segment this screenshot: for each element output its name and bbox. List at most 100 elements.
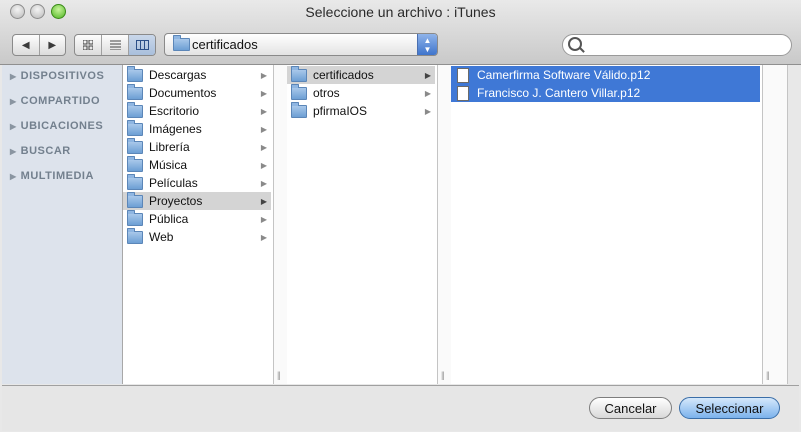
folder-item-documentos[interactable]: Documentos ▶ — [123, 83, 271, 102]
cancel-button[interactable]: Cancelar — [589, 397, 672, 419]
folder-item-certificados[interactable]: certificados ▶ — [287, 65, 435, 84]
folder-item-escritorio[interactable]: Escritorio ▶ — [123, 101, 271, 120]
disclosure-triangle-icon: ▶ — [10, 122, 17, 131]
folder-label: Música — [149, 158, 188, 172]
folder-item-otros[interactable]: otros ▶ — [287, 83, 435, 102]
select-button[interactable]: Seleccionar — [679, 397, 780, 419]
chevron-right-icon: ▶ — [260, 124, 267, 134]
chevron-right-icon: ▶ — [260, 106, 267, 116]
sidebar-section-label: COMPARTIDO — [20, 95, 101, 107]
location-popup[interactable]: certificados ▲ ▼ — [164, 33, 438, 56]
folder-item-libreria[interactable]: Librería ▶ — [123, 137, 271, 156]
file-item-camerfirma[interactable]: Camerfirma Software Válido.p12 — [451, 66, 760, 84]
chevron-right-icon: ▶ — [260, 232, 267, 242]
search-input[interactable] — [585, 37, 785, 54]
popup-arrows-icon: ▲ ▼ — [417, 34, 437, 55]
folder-item-descargas[interactable]: Descargas ▶ — [123, 65, 271, 84]
music-folder-icon — [127, 155, 143, 172]
file-item-francisco[interactable]: Francisco J. Cantero Villar.p12 — [451, 84, 760, 102]
resize-grip-icon: || — [441, 370, 445, 380]
web-folder-icon — [127, 227, 143, 244]
folder-label: certificados — [313, 68, 374, 82]
window-title: Seleccione un archivo : iTunes — [305, 4, 496, 20]
folder-label: pfirmaIOS — [313, 104, 368, 118]
column-view-icon[interactable] — [128, 35, 155, 55]
back-icon[interactable]: ◀ — [13, 35, 39, 55]
public-folder-icon — [127, 209, 143, 226]
list-view-icon[interactable] — [101, 35, 128, 55]
disclosure-triangle-icon: ▶ — [10, 147, 17, 156]
resize-grip-icon: || — [277, 370, 281, 380]
column-resize-gutter[interactable]: || — [438, 65, 452, 384]
browser-column-3: Camerfirma Software Válido.p12 Francisco… — [451, 65, 763, 384]
button-bar: Cancelar Seleccionar — [2, 385, 799, 431]
search-icon — [568, 37, 582, 51]
folder-icon — [173, 35, 190, 51]
sidebar-section-compartido[interactable]: ▶ COMPARTIDO — [10, 95, 100, 107]
sidebar-section-dispositivos[interactable]: ▶ DISPOSITIVOS — [10, 70, 104, 82]
chevron-right-icon: ▶ — [260, 196, 267, 206]
document-icon — [455, 67, 471, 83]
sidebar-section-buscar[interactable]: ▶ BUSCAR — [10, 145, 71, 157]
folder-label: Web — [149, 230, 174, 244]
folder-label: Pública — [149, 212, 189, 226]
folder-item-web[interactable]: Web ▶ — [123, 227, 271, 246]
folder-label: Proyectos — [149, 194, 203, 208]
folder-item-imagenes[interactable]: Imágenes ▶ — [123, 119, 271, 138]
sidebar-section-ubicaciones[interactable]: ▶ UBICACIONES — [10, 120, 103, 132]
view-segment — [74, 34, 156, 56]
downloads-folder-icon — [127, 65, 143, 82]
icon-view-icon[interactable] — [75, 35, 101, 55]
folder-label: Descargas — [149, 68, 207, 82]
nav-segment: ◀ ▶ — [12, 34, 66, 56]
title-toolbar: Seleccione un archivo : iTunes ◀ ▶ certi… — [0, 0, 801, 65]
sidebar-section-label: BUSCAR — [20, 145, 71, 157]
chevron-right-icon: ▶ — [260, 214, 267, 224]
file-label: Francisco J. Cantero Villar.p12 — [477, 86, 641, 100]
chevron-right-icon: ▶ — [260, 178, 267, 188]
browser-column-1: Descargas ▶ Documentos ▶ Escritorio ▶ Imáge… — [123, 65, 274, 384]
sidebar-section-multimedia[interactable]: ▶ MULTIMEDIA — [10, 170, 94, 182]
chevron-right-icon: ▶ — [424, 88, 431, 98]
folder-icon — [291, 83, 307, 100]
document-icon — [455, 85, 471, 101]
file-dialog-window: Seleccione un archivo : iTunes ◀ ▶ certi… — [0, 0, 801, 432]
disclosure-triangle-icon: ▶ — [10, 72, 17, 81]
chevron-right-icon: ▶ — [424, 106, 431, 116]
folder-label: Librería — [149, 140, 190, 154]
chevron-right-icon: ▶ — [424, 70, 431, 80]
folder-item-publica[interactable]: Pública ▶ — [123, 209, 271, 228]
sidebar-section-label: MULTIMEDIA — [20, 170, 94, 182]
folder-icon — [127, 191, 143, 208]
folder-icon — [291, 101, 307, 118]
folder-icon — [291, 65, 307, 82]
folder-item-musica[interactable]: Música ▶ — [123, 155, 271, 174]
folder-item-proyectos[interactable]: Proyectos ▶ — [123, 191, 271, 210]
sidebar-section-label: DISPOSITIVOS — [20, 70, 105, 82]
chevron-right-icon: ▶ — [260, 88, 267, 98]
column-resize-gutter[interactable]: || — [763, 65, 788, 384]
pictures-folder-icon — [127, 119, 143, 136]
desktop-folder-icon — [127, 101, 143, 118]
resize-grip-icon: || — [766, 370, 770, 380]
column-resize-gutter[interactable]: || — [274, 65, 288, 384]
disclosure-triangle-icon: ▶ — [10, 97, 17, 106]
library-folder-icon — [127, 137, 143, 154]
forward-icon[interactable]: ▶ — [38, 35, 66, 55]
folder-item-peliculas[interactable]: Películas ▶ — [123, 173, 271, 192]
chevron-right-icon: ▶ — [260, 70, 267, 80]
disclosure-triangle-icon: ▶ — [10, 172, 17, 181]
chevron-right-icon: ▶ — [260, 160, 267, 170]
movies-folder-icon — [127, 173, 143, 190]
search-field[interactable] — [562, 34, 792, 56]
folder-item-pfirmaios[interactable]: pfirmaIOS ▶ — [287, 101, 435, 120]
documents-folder-icon — [127, 83, 143, 100]
folder-label: otros — [313, 86, 340, 100]
folder-label: Escritorio — [149, 104, 200, 118]
location-label: certificados — [192, 37, 258, 52]
file-label: Camerfirma Software Válido.p12 — [477, 68, 651, 82]
sidebar: ▶ DISPOSITIVOS ▶ COMPARTIDO ▶ UBICACIONES ▶… — [2, 65, 123, 384]
chevron-right-icon: ▶ — [260, 142, 267, 152]
sidebar-section-label: UBICACIONES — [20, 120, 104, 132]
folder-label: Imágenes — [149, 122, 202, 136]
